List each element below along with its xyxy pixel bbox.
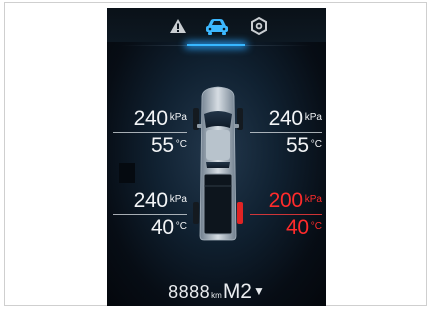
temp-unit: °C [310,221,322,232]
odometer-value: 8888 [168,282,211,302]
status-bar: 8888kmM2▼ [107,280,326,304]
dark-block [119,163,135,183]
settings-icon[interactable] [245,16,273,36]
instrument-screen: 240 kPa 55 °C 240 kPa 55 °C 240 kPa 40 °C 200 k… [107,8,326,306]
pressure-value: 240 [268,107,303,130]
pressure-unit: kPa [304,194,322,205]
temp-value: 55 [286,134,309,157]
active-tab-indicator [187,44,245,46]
temp-unit: °C [175,221,187,232]
pressure-value: 200 [268,189,303,212]
car-icon[interactable] [202,16,232,36]
pressure-value: 240 [133,107,168,130]
tire-reading-front-right: 240 kPa 55 °C [250,108,322,157]
reading-divider [250,132,322,133]
temp-value: 55 [151,134,174,157]
tire-reading-front-left: 240 kPa 55 °C [113,108,187,157]
temp-unit: °C [175,139,187,150]
temp-value: 40 [286,216,309,239]
top-tab-bar [107,8,326,42]
tire-reading-rear-right: 200 kPa 40 °C [250,190,322,239]
pressure-unit: kPa [304,112,322,123]
tire-reading-rear-left: 240 kPa 40 °C [113,190,187,239]
gear-mode[interactable]: M2 [223,280,252,303]
pressure-value: 240 [133,189,168,212]
reading-divider [250,214,322,215]
temp-value: 40 [151,216,174,239]
warning-icon[interactable] [164,16,192,36]
tire-rear-left [193,202,199,224]
pressure-unit: kPa [169,112,187,123]
tire-rear-right [237,202,243,224]
chevron-down-icon[interactable]: ▼ [253,284,265,298]
truck-top-view [193,86,243,241]
reading-divider [113,132,187,133]
reading-divider [113,214,187,215]
pressure-unit: kPa [169,194,187,205]
temp-unit: °C [310,139,322,150]
odometer-unit: km [211,291,222,300]
